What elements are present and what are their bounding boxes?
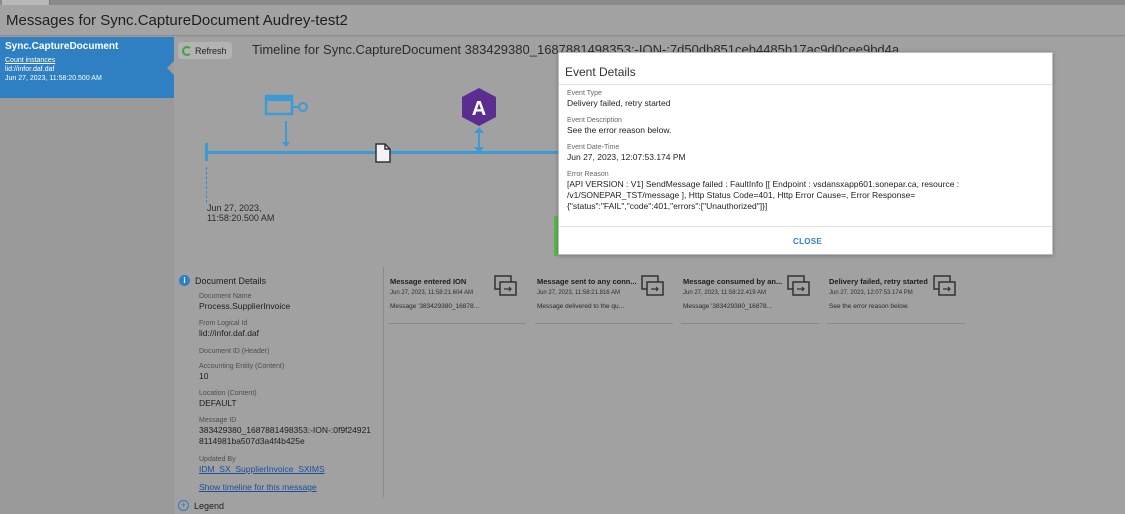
refresh-button[interactable]: Refresh [178, 42, 232, 59]
event-card[interactable]: Message sent to any conn... Jun 27, 2023… [535, 275, 673, 324]
dialog-field-event-type: Event Type Delivery failed, retry starte… [567, 90, 670, 108]
event-title: Delivery failed, retry started [829, 277, 928, 286]
sidebar-item-lid: lid://infor.daf.daf [5, 66, 55, 73]
event-title: Message consumed by an... [683, 277, 783, 286]
sidebar: Sync.CaptureDocument Count instances lid… [0, 37, 174, 514]
application-badge-icon[interactable]: A [459, 86, 499, 128]
event-message: See the error reason below. [829, 303, 909, 310]
event-message: Message '383429380_16878... [390, 303, 480, 310]
event-message: Message delivered to the qu... [537, 303, 625, 310]
field-label: Updated By [199, 456, 236, 463]
connection-point-icon[interactable] [264, 94, 310, 118]
field-value: See the error reason below. [567, 125, 672, 135]
field-label: Event Description [567, 117, 622, 124]
event-card-selected[interactable]: Delivery failed, retry started Jun 27, 2… [827, 275, 965, 324]
event-details-icon[interactable] [787, 275, 811, 297]
info-icon: i [179, 275, 190, 286]
field-value: 10 [199, 371, 209, 381]
app-root: Messages for Sync.CaptureDocument Audrey… [0, 0, 1125, 514]
page-title: Messages for Sync.CaptureDocument Audrey… [6, 12, 348, 29]
field-label: Document Name [199, 293, 252, 300]
field-value: Process.SupplierInvoice [199, 301, 291, 311]
document-icon[interactable] [374, 142, 392, 164]
event-message: Message '383429380_16878... [683, 303, 773, 310]
event-card[interactable]: Message consumed by an... Jun 27, 2023, … [681, 275, 819, 324]
field-label: Document ID (Header) [199, 348, 270, 355]
field-from-logical-id: From Logical Id lid://infor.daf.daf [199, 320, 259, 338]
timeline-start-date: Jun 27, 2023, 11:58:20.500 AM [207, 203, 274, 223]
field-show-timeline: Show timeline for this message [199, 481, 317, 492]
field-document-name: Document Name Process.SupplierInvoice [199, 293, 290, 311]
timeline-start-date-line2: 11:58:20.500 AM [207, 213, 275, 223]
event-time: Jun 27, 2023, 11:58:22.419 AM [683, 290, 766, 296]
field-location: Location (Content) DEFAULT [199, 390, 257, 408]
timeline-start-dash [206, 167, 207, 203]
document-details-title: Document Details [195, 275, 267, 286]
field-label: Message ID [199, 417, 237, 424]
field-label: Event Type [567, 90, 602, 97]
field-label: Location (Content) [199, 390, 257, 397]
dialog-field-event-datetime: Event Date-Time Jun 27, 2023, 12:07:53.1… [567, 144, 686, 162]
updated-by-link[interactable]: IDM_SX_SupplierInvoice_SXIMS [199, 464, 325, 474]
legend-toggle[interactable]: + Legend [178, 500, 224, 511]
document-details-header: i Document Details [179, 275, 266, 286]
field-accounting-entity: Accounting Entity (Content) 10 [199, 363, 284, 381]
field-value-line2: 8114981ba507d3a4f4b425e [199, 436, 305, 446]
arrow-updown-icon [474, 127, 484, 153]
event-list: Message entered ION Jun 27, 2023, 11:58:… [384, 267, 1125, 327]
event-time: Jun 27, 2023, 11:58:21.816 AM [537, 290, 620, 296]
sidebar-item-date: Jun 27, 2023, 11:58:20.500 AM [5, 75, 102, 82]
dialog-divider [559, 84, 1052, 85]
application-badge-letter: A [472, 98, 486, 120]
dialog-footer-divider [559, 226, 1052, 227]
field-value: DEFAULT [199, 398, 237, 408]
event-time: Jun 27, 2023, 12:07:53.174 PM [829, 290, 913, 296]
sidebar-item-selected[interactable]: Sync.CaptureDocument Count instances lid… [0, 37, 174, 98]
document-details-panel: i Document Details Document Name Process… [174, 267, 384, 497]
field-value-line1: 383429380_1687881498353:-ION-:0f9f24921 [199, 425, 372, 435]
event-title: Message entered ION [390, 277, 467, 286]
field-value: Delivery failed, retry started [567, 98, 671, 108]
event-title: Message sent to any conn... [537, 277, 637, 286]
event-card[interactable]: Message entered ION Jun 27, 2023, 11:58:… [388, 275, 526, 324]
event-details-icon[interactable] [641, 275, 665, 297]
field-document-id: Document ID (Header) [199, 348, 269, 355]
error-reason-text: [API VERSION : V1] SendMessage failed : … [567, 179, 960, 211]
field-value: lid://infor.daf.daf [199, 328, 260, 338]
dialog-field-error-reason: Error Reason [API VERSION : V1] SendMess… [567, 171, 987, 212]
dialog-title: Event Details [565, 65, 636, 79]
event-details-icon[interactable] [933, 275, 957, 297]
dialog-field-event-description: Event Description See the error reason b… [567, 117, 671, 135]
title-bar: Messages for Sync.CaptureDocument Audrey… [0, 5, 1125, 36]
field-message-id: Message ID 383429380_1687881498353:-ION-… [199, 417, 371, 446]
field-label: Event Date-Time [567, 144, 620, 151]
sidebar-item-name: Sync.CaptureDocument [5, 41, 119, 52]
legend-label: Legend [194, 500, 225, 511]
arrow-down-icon [282, 121, 290, 147]
show-timeline-link[interactable]: Show timeline for this message [199, 482, 317, 492]
count-instances-link[interactable]: Count instances [5, 57, 169, 64]
event-details-dialog: Event Details Event Type Delivery failed… [558, 52, 1053, 255]
close-button[interactable]: CLOSE [793, 237, 822, 246]
event-details-icon[interactable] [494, 275, 518, 297]
field-value: Jun 27, 2023, 12:07:53.174 PM [567, 152, 686, 162]
selection-pointer [167, 61, 174, 75]
timeline-start-date-line1: Jun 27, 2023, [207, 203, 262, 213]
field-updated-by: Updated By IDM_SX_SupplierInvoice_SXIMS [199, 456, 325, 474]
refresh-label: Refresh [195, 45, 227, 56]
plus-icon: + [178, 500, 189, 511]
refresh-icon [182, 45, 192, 56]
field-label: From Logical Id [199, 320, 248, 327]
field-label: Error Reason [567, 171, 609, 178]
field-label: Accounting Entity (Content) [199, 363, 285, 370]
event-time: Jun 27, 2023, 11:58:21.604 AM [390, 290, 473, 296]
